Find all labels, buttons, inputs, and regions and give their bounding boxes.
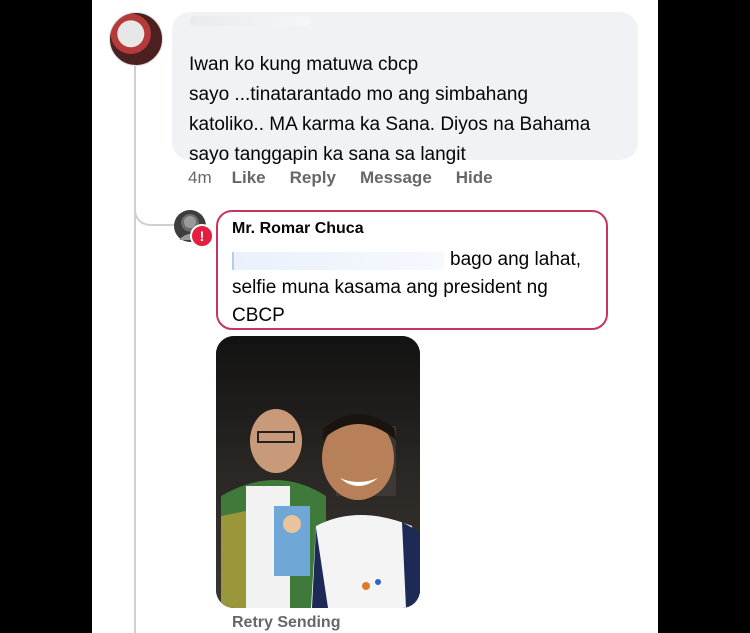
comment-timestamp: 4m bbox=[188, 168, 212, 187]
selfie-photo bbox=[216, 336, 420, 608]
message-button[interactable]: Message bbox=[360, 168, 432, 188]
commenter-avatar[interactable] bbox=[109, 12, 163, 66]
thread-connector bbox=[134, 190, 176, 226]
reply-author-name[interactable]: Mr. Romar Chuca bbox=[232, 220, 364, 238]
redacted-commenter-name bbox=[190, 16, 310, 26]
comment-actions: 4m Like Reply Message Hide bbox=[188, 168, 517, 188]
retry-sending-link[interactable]: Retry Sending bbox=[232, 614, 340, 632]
hide-button[interactable]: Hide bbox=[456, 168, 493, 188]
reply-button[interactable]: Reply bbox=[290, 168, 336, 188]
reply-text-line2: selfie muna kasama ang president ng CBCP bbox=[232, 277, 548, 326]
comment-thread-panel: Iwan ko kung matuwa cbcp sayo ...tinatar… bbox=[92, 0, 658, 633]
error-icon: ! bbox=[190, 224, 214, 248]
reply-attached-photo[interactable] bbox=[216, 336, 420, 608]
reply-text-line1: bago ang lahat, bbox=[450, 249, 582, 270]
redacted-mention bbox=[232, 252, 444, 270]
reply-bubble: Mr. Romar Chuca bago ang lahat, selfie m… bbox=[216, 210, 608, 330]
top-comment-text: Iwan ko kung matuwa cbcp sayo ...tinatar… bbox=[189, 54, 591, 165]
thread-line bbox=[134, 66, 136, 633]
like-button[interactable]: Like bbox=[232, 168, 266, 188]
top-comment-bubble: Iwan ko kung matuwa cbcp sayo ...tinatar… bbox=[172, 12, 638, 165]
